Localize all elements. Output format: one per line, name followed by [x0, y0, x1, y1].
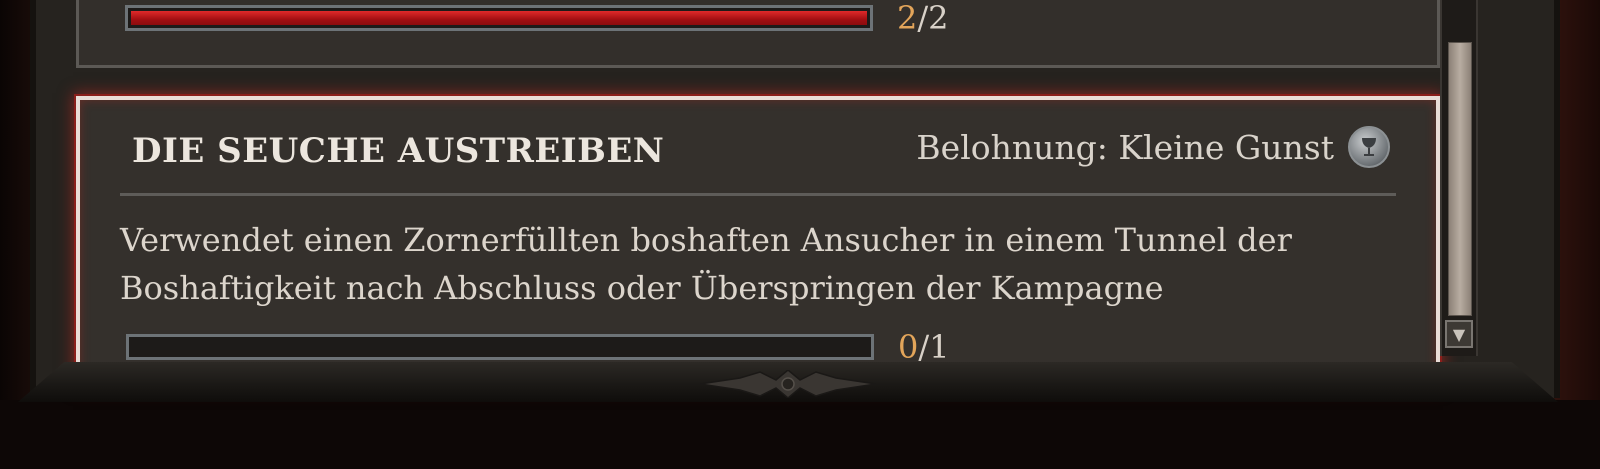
reward-label: Belohnung: Kleine Gunst [916, 127, 1334, 167]
progress-separator: / [918, 328, 930, 366]
progress-bar [126, 334, 874, 360]
progress-current: 2 [897, 0, 918, 37]
arrow-down-icon: ▼ [1452, 324, 1466, 344]
progress-total: 2 [928, 0, 949, 37]
progress-separator: / [917, 0, 929, 37]
quest-description: Verwendet einen Zornerfüllten boshaften … [120, 221, 1292, 307]
progress-bar [125, 5, 873, 31]
scrollbar-thumb[interactable] [1448, 42, 1472, 316]
progress-total: 1 [929, 328, 950, 366]
scroll-down-button[interactable]: ▼ [1445, 320, 1473, 348]
progress-bar-fill [131, 11, 867, 25]
progress-count: 2/2 [897, 0, 949, 37]
quest-panel-selected[interactable]: DIE SEUCHE AUSTREIBEN Belohnung: Kleine … [76, 96, 1440, 386]
frame-ornament-icon [700, 370, 876, 398]
progress-count: 0/1 [898, 328, 950, 366]
chalice-coin-icon [1348, 126, 1390, 168]
title-divider [120, 193, 1396, 196]
quest-panel-completed[interactable]: 2/2 [76, 0, 1440, 68]
scrollbar[interactable]: ▼ [1440, 0, 1478, 356]
quest-title: DIE SEUCHE AUSTREIBEN [132, 131, 665, 171]
quest-reward: Belohnung: Kleine Gunst [916, 126, 1390, 168]
progress-current: 0 [898, 328, 919, 366]
